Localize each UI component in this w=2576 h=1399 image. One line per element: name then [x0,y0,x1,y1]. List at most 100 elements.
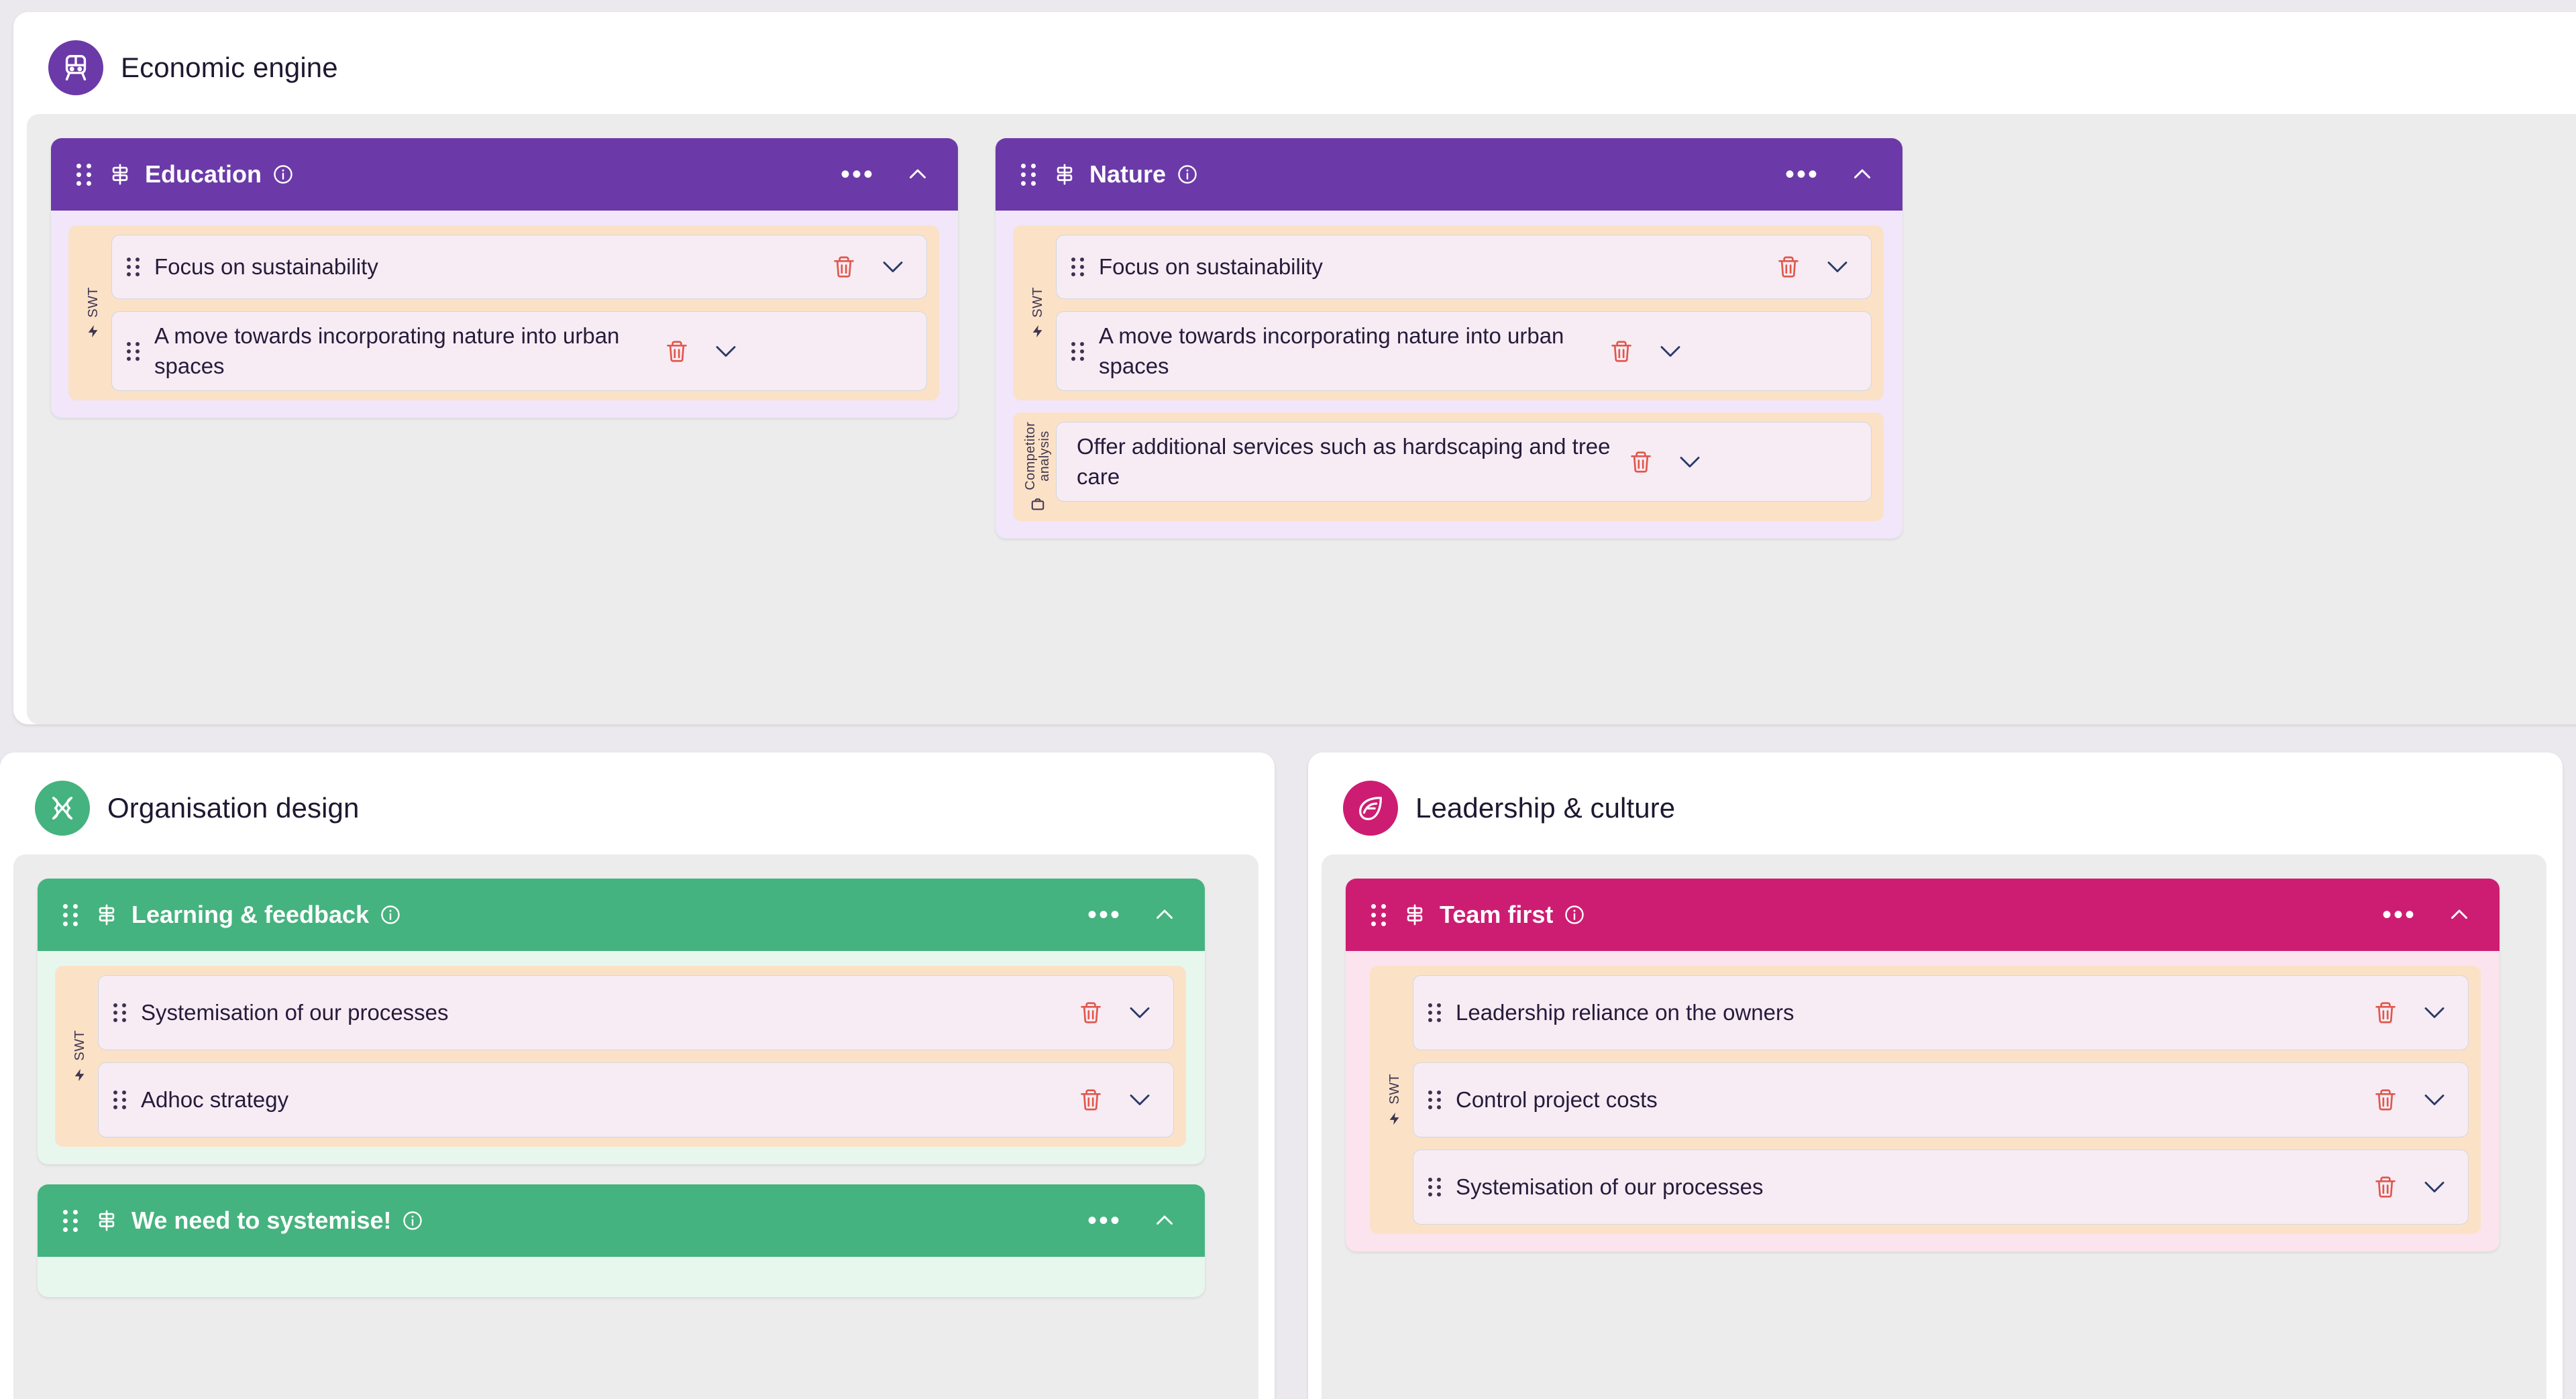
group-label-text: SWT [73,1030,87,1061]
list-item-label: A move towards incorporating nature into… [154,321,664,381]
trash-icon[interactable] [2373,1174,2398,1200]
chevron-down-icon[interactable] [1126,1004,1153,1021]
chevron-down-icon[interactable] [879,258,906,276]
trash-icon[interactable] [1609,338,1634,365]
chevron-down-icon[interactable] [1676,453,1703,471]
drag-handle-icon[interactable] [127,258,140,276]
list-item-label: Control project costs [1456,1085,2373,1115]
drag-handle-icon[interactable] [63,1210,78,1232]
drag-handle-icon[interactable] [1371,904,1386,926]
list-item[interactable]: A move towards incorporating nature into… [111,311,927,391]
card-header-nature[interactable]: Nature ••• [996,138,1902,211]
card-team-first[interactable]: Team first ••• SWT [1346,879,2500,1251]
briefcase-icon [1030,497,1045,512]
card-body-education: SWT Focus on sustainability [51,211,958,418]
canvas-economic-engine: Education ••• SWT [27,114,2576,724]
drag-handle-icon[interactable] [127,342,140,361]
chevron-down-icon[interactable] [2421,1091,2448,1109]
trash-icon[interactable] [664,338,690,365]
signpost-icon [1053,163,1076,186]
trash-icon[interactable] [1078,1086,1104,1113]
ellipsis-icon[interactable]: ••• [1785,169,1819,180]
ellipsis-icon[interactable]: ••• [841,169,875,180]
chevron-down-icon[interactable] [1824,258,1851,276]
trash-icon[interactable] [2373,999,2398,1026]
drag-handle-icon[interactable] [63,904,78,926]
info-circle-icon[interactable] [1564,904,1585,926]
panel-header-organisation-design: Organisation design [0,752,1275,858]
card-nature[interactable]: Nature ••• SWT [996,138,1902,539]
chevron-up-icon[interactable] [906,162,930,186]
card-we-need-to-systemise[interactable]: We need to systemise! ••• [38,1184,1205,1297]
list-item[interactable]: A move towards incorporating nature into… [1056,311,1872,391]
drag-handle-icon[interactable] [1428,1003,1441,1022]
card-header-team-first[interactable]: Team first ••• [1346,879,2500,951]
panel-title: Organisation design [107,792,359,824]
chevron-down-icon[interactable] [2421,1178,2448,1196]
trash-icon[interactable] [2373,1086,2398,1113]
group-label: SWT [75,235,111,391]
panel-economic-engine: Economic engine Educ [13,12,2576,724]
group-label-text: SWT [1031,287,1045,318]
group-label: SWT [62,975,98,1137]
info-circle-icon[interactable] [272,164,294,185]
chevron-down-icon[interactable] [1657,343,1684,360]
list-item-label: Offer additional services such as hardsc… [1071,432,1628,492]
card-education[interactable]: Education ••• SWT [51,138,958,418]
chevron-down-icon[interactable] [2421,1004,2448,1021]
group-label: SWT [1377,975,1413,1225]
card-header-education[interactable]: Education ••• [51,138,958,211]
chevron-up-icon[interactable] [2447,903,2471,927]
trash-icon[interactable] [1628,449,1654,475]
list-item[interactable]: Offer additional services such as hardsc… [1056,422,1872,502]
chevron-up-icon[interactable] [1850,162,1874,186]
trash-icon[interactable] [1776,254,1801,280]
group-label: SWT [1020,235,1056,391]
card-learning-feedback[interactable]: Learning & feedback ••• SWT [38,879,1205,1164]
card-title: Education [145,160,262,188]
lightning-icon [1030,324,1045,339]
list-item[interactable]: Focus on sustainability [111,235,927,299]
info-circle-icon[interactable] [402,1210,423,1231]
ribbon-icon [35,781,90,836]
panel-leadership-culture: Leadership & culture Team first • [1308,752,2563,1399]
board-page: Economic engine Educ [0,0,2576,1399]
card-header-we-need-to-systemise[interactable]: We need to systemise! ••• [38,1184,1205,1257]
list-item[interactable]: Leadership reliance on the owners [1413,975,2469,1050]
ellipsis-icon[interactable]: ••• [1087,1215,1122,1226]
drag-handle-icon[interactable] [76,164,91,186]
lightning-icon [86,324,101,339]
list-item[interactable]: Systemisation of our processes [98,975,1174,1050]
card-header-learning-feedback[interactable]: Learning & feedback ••• [38,879,1205,951]
trash-icon[interactable] [1078,999,1104,1026]
list-item-label: Focus on sustainability [1099,252,1776,282]
group-label-text: SWT [1388,1074,1402,1105]
drag-handle-icon[interactable] [1428,1090,1441,1109]
chevron-up-icon[interactable] [1152,1209,1177,1233]
chevron-down-icon[interactable] [1126,1091,1153,1109]
list-item[interactable]: Focus on sustainability [1056,235,1872,299]
canvas-organisation-design: Learning & feedback ••• SWT [13,854,1258,1399]
signpost-icon [109,163,131,186]
panel-header-economic-engine: Economic engine [13,12,2576,118]
drag-handle-icon[interactable] [1428,1178,1441,1196]
trash-icon[interactable] [831,254,857,280]
list-item[interactable]: Control project costs [1413,1062,2469,1137]
info-circle-icon[interactable] [1177,164,1198,185]
chevron-up-icon[interactable] [1152,903,1177,927]
drag-handle-icon[interactable] [113,1090,126,1109]
signpost-icon [95,1209,118,1232]
drag-handle-icon[interactable] [1021,164,1036,186]
card-body-we-need-to-systemise [38,1257,1205,1297]
chevron-down-icon[interactable] [712,343,739,360]
list-item[interactable]: Adhoc strategy [98,1062,1174,1137]
drag-handle-icon[interactable] [1071,342,1084,361]
ellipsis-icon[interactable]: ••• [2382,909,2416,920]
drag-handle-icon[interactable] [113,1003,126,1022]
info-circle-icon[interactable] [380,904,401,926]
list-item[interactable]: Systemisation of our processes [1413,1150,2469,1225]
card-body-nature: SWT Focus on sustainability [996,211,1902,539]
drag-handle-icon[interactable] [1071,258,1084,276]
panel-title: Economic engine [121,52,338,84]
ellipsis-icon[interactable]: ••• [1087,909,1122,920]
